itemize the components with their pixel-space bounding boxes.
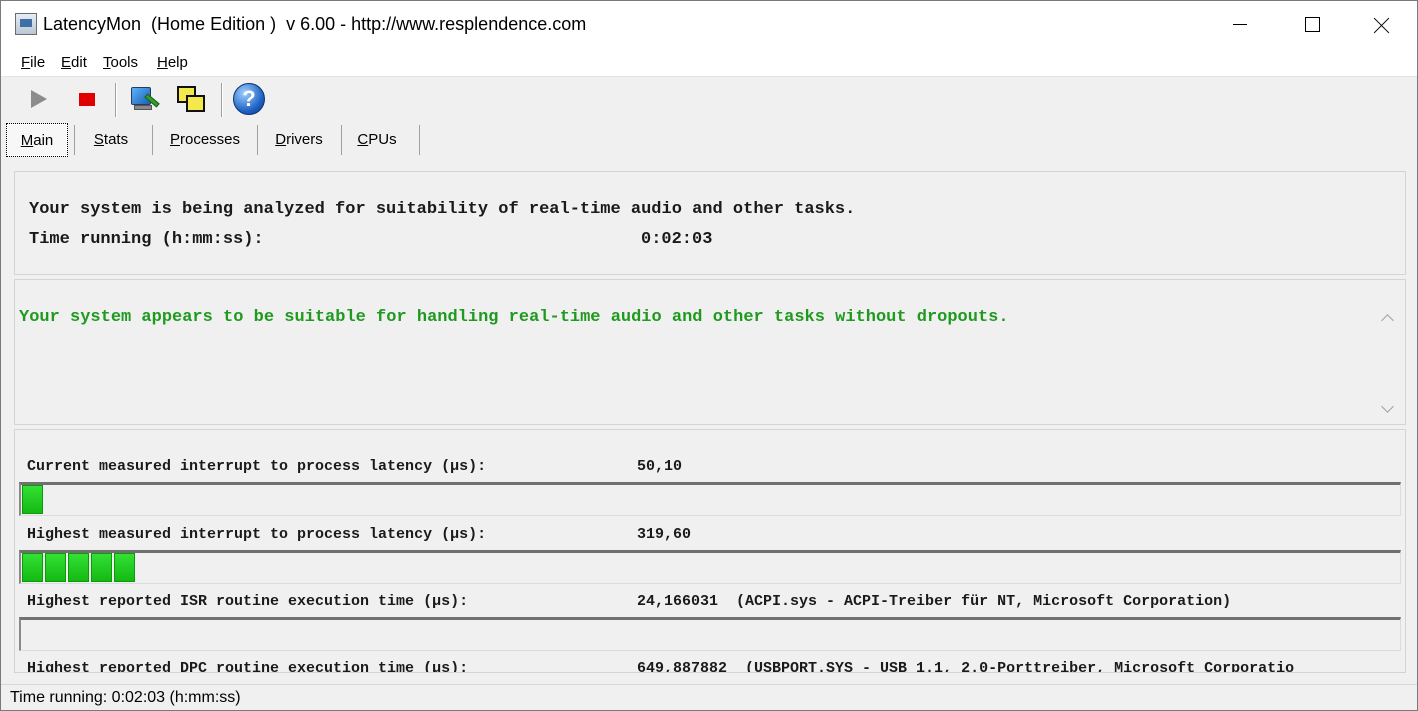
monitor-icon bbox=[128, 84, 160, 114]
status-text: Time running: 0:02:03 (h:mm:ss) bbox=[10, 689, 241, 706]
menu-file[interactable]: File bbox=[21, 54, 45, 71]
scroll-down-icon[interactable] bbox=[1381, 400, 1394, 413]
tab-main[interactable]: Main bbox=[6, 123, 68, 157]
app-icon[interactable] bbox=[15, 13, 37, 35]
windows-button[interactable] bbox=[173, 81, 209, 117]
stop-button[interactable] bbox=[69, 81, 105, 117]
latency-bar-segment bbox=[68, 553, 89, 582]
app-window: LatencyMon (Home Edition ) v 6.00 - http… bbox=[0, 0, 1418, 711]
close-icon bbox=[1374, 17, 1390, 33]
tab-separator bbox=[74, 125, 75, 155]
metric-label: Highest measured interrupt to process la… bbox=[27, 526, 487, 543]
metric-value: 649,887882 (USBPORT.SYS - USB 1.1, 2.0-P… bbox=[637, 660, 1295, 673]
metric-value: 24,166031 (ACPI.sys - ACPI-Treiber für N… bbox=[637, 593, 1232, 610]
tab-separator bbox=[152, 125, 153, 155]
metric-detail: (USBPORT.SYS - USB 1.1, 2.0-Porttreiber,… bbox=[745, 660, 1295, 673]
tab-separator bbox=[341, 125, 342, 155]
metric-label: Current measured interrupt to process la… bbox=[27, 458, 487, 475]
metrics-panel: Current measured interrupt to process la… bbox=[14, 429, 1406, 673]
tab-processes[interactable]: Processes bbox=[159, 123, 251, 157]
windows-icon bbox=[175, 84, 207, 114]
help-icon: ? bbox=[233, 83, 265, 115]
menu-help[interactable]: Help bbox=[157, 54, 188, 71]
minimize-icon bbox=[1233, 24, 1247, 25]
latency-bar bbox=[19, 550, 1401, 584]
maximize-button[interactable] bbox=[1277, 1, 1347, 48]
time-running-value: 0:02:03 bbox=[641, 230, 713, 249]
metric-value: 319,60 bbox=[637, 526, 692, 543]
tab-separator bbox=[257, 125, 258, 155]
analysis-panel: Your system is being analyzed for suitab… bbox=[14, 171, 1406, 275]
latency-bar-segment bbox=[114, 553, 135, 582]
latency-bar-segment bbox=[91, 553, 112, 582]
scroll-up-icon[interactable] bbox=[1381, 314, 1394, 327]
help-button[interactable]: ? bbox=[231, 81, 267, 117]
latency-bar-fill bbox=[22, 553, 135, 582]
metric-detail: (ACPI.sys - ACPI-Treiber für NT, Microso… bbox=[736, 593, 1232, 610]
play-icon bbox=[31, 90, 47, 108]
tab-bar: Main Stats Processes Drivers CPUs bbox=[1, 123, 1417, 159]
metric-value: 50,10 bbox=[637, 458, 683, 475]
metric-label: Highest reported ISR routine execution t… bbox=[27, 593, 469, 610]
metric-label: Highest reported DPC routine execution t… bbox=[27, 660, 469, 673]
menu-edit[interactable]: Edit bbox=[61, 54, 87, 71]
latency-bar bbox=[19, 617, 1401, 651]
toolbar-separator bbox=[115, 83, 117, 117]
menu-bar: File Edit Tools Help bbox=[1, 48, 1417, 77]
time-running-label: Time running (h:mm:ss): bbox=[29, 230, 264, 249]
verdict-text: Your system appears to be suitable for h… bbox=[19, 308, 1009, 327]
latency-bar bbox=[19, 482, 1401, 516]
latency-bar-fill bbox=[22, 485, 43, 514]
tab-drivers[interactable]: Drivers bbox=[263, 123, 335, 157]
tab-separator bbox=[419, 125, 420, 155]
window-title: LatencyMon (Home Edition ) v 6.00 - http… bbox=[43, 14, 587, 34]
latency-bar-segment bbox=[22, 553, 43, 582]
menu-tools[interactable]: Tools bbox=[103, 54, 138, 71]
verdict-scrollbar[interactable] bbox=[1377, 302, 1401, 422]
minimize-button[interactable] bbox=[1205, 1, 1275, 48]
start-button[interactable] bbox=[21, 81, 57, 117]
tab-cpus[interactable]: CPUs bbox=[347, 123, 407, 157]
title-bar[interactable]: LatencyMon (Home Edition ) v 6.00 - http… bbox=[1, 1, 1417, 48]
stop-icon bbox=[79, 92, 95, 106]
monitor-button[interactable] bbox=[125, 81, 161, 117]
maximize-icon bbox=[1304, 17, 1320, 32]
latency-bar-segment bbox=[45, 553, 66, 582]
toolbar-separator bbox=[221, 83, 223, 117]
tab-stats[interactable]: Stats bbox=[81, 123, 141, 157]
close-button[interactable] bbox=[1347, 1, 1417, 48]
status-bar: Time running: 0:02:03 (h:mm:ss) bbox=[1, 684, 1417, 710]
verdict-panel: Your system appears to be suitable for h… bbox=[14, 279, 1406, 425]
analysis-text: Your system is being analyzed for suitab… bbox=[29, 200, 856, 219]
latency-bar-segment bbox=[22, 485, 43, 514]
toolbar: ? bbox=[1, 77, 1417, 123]
